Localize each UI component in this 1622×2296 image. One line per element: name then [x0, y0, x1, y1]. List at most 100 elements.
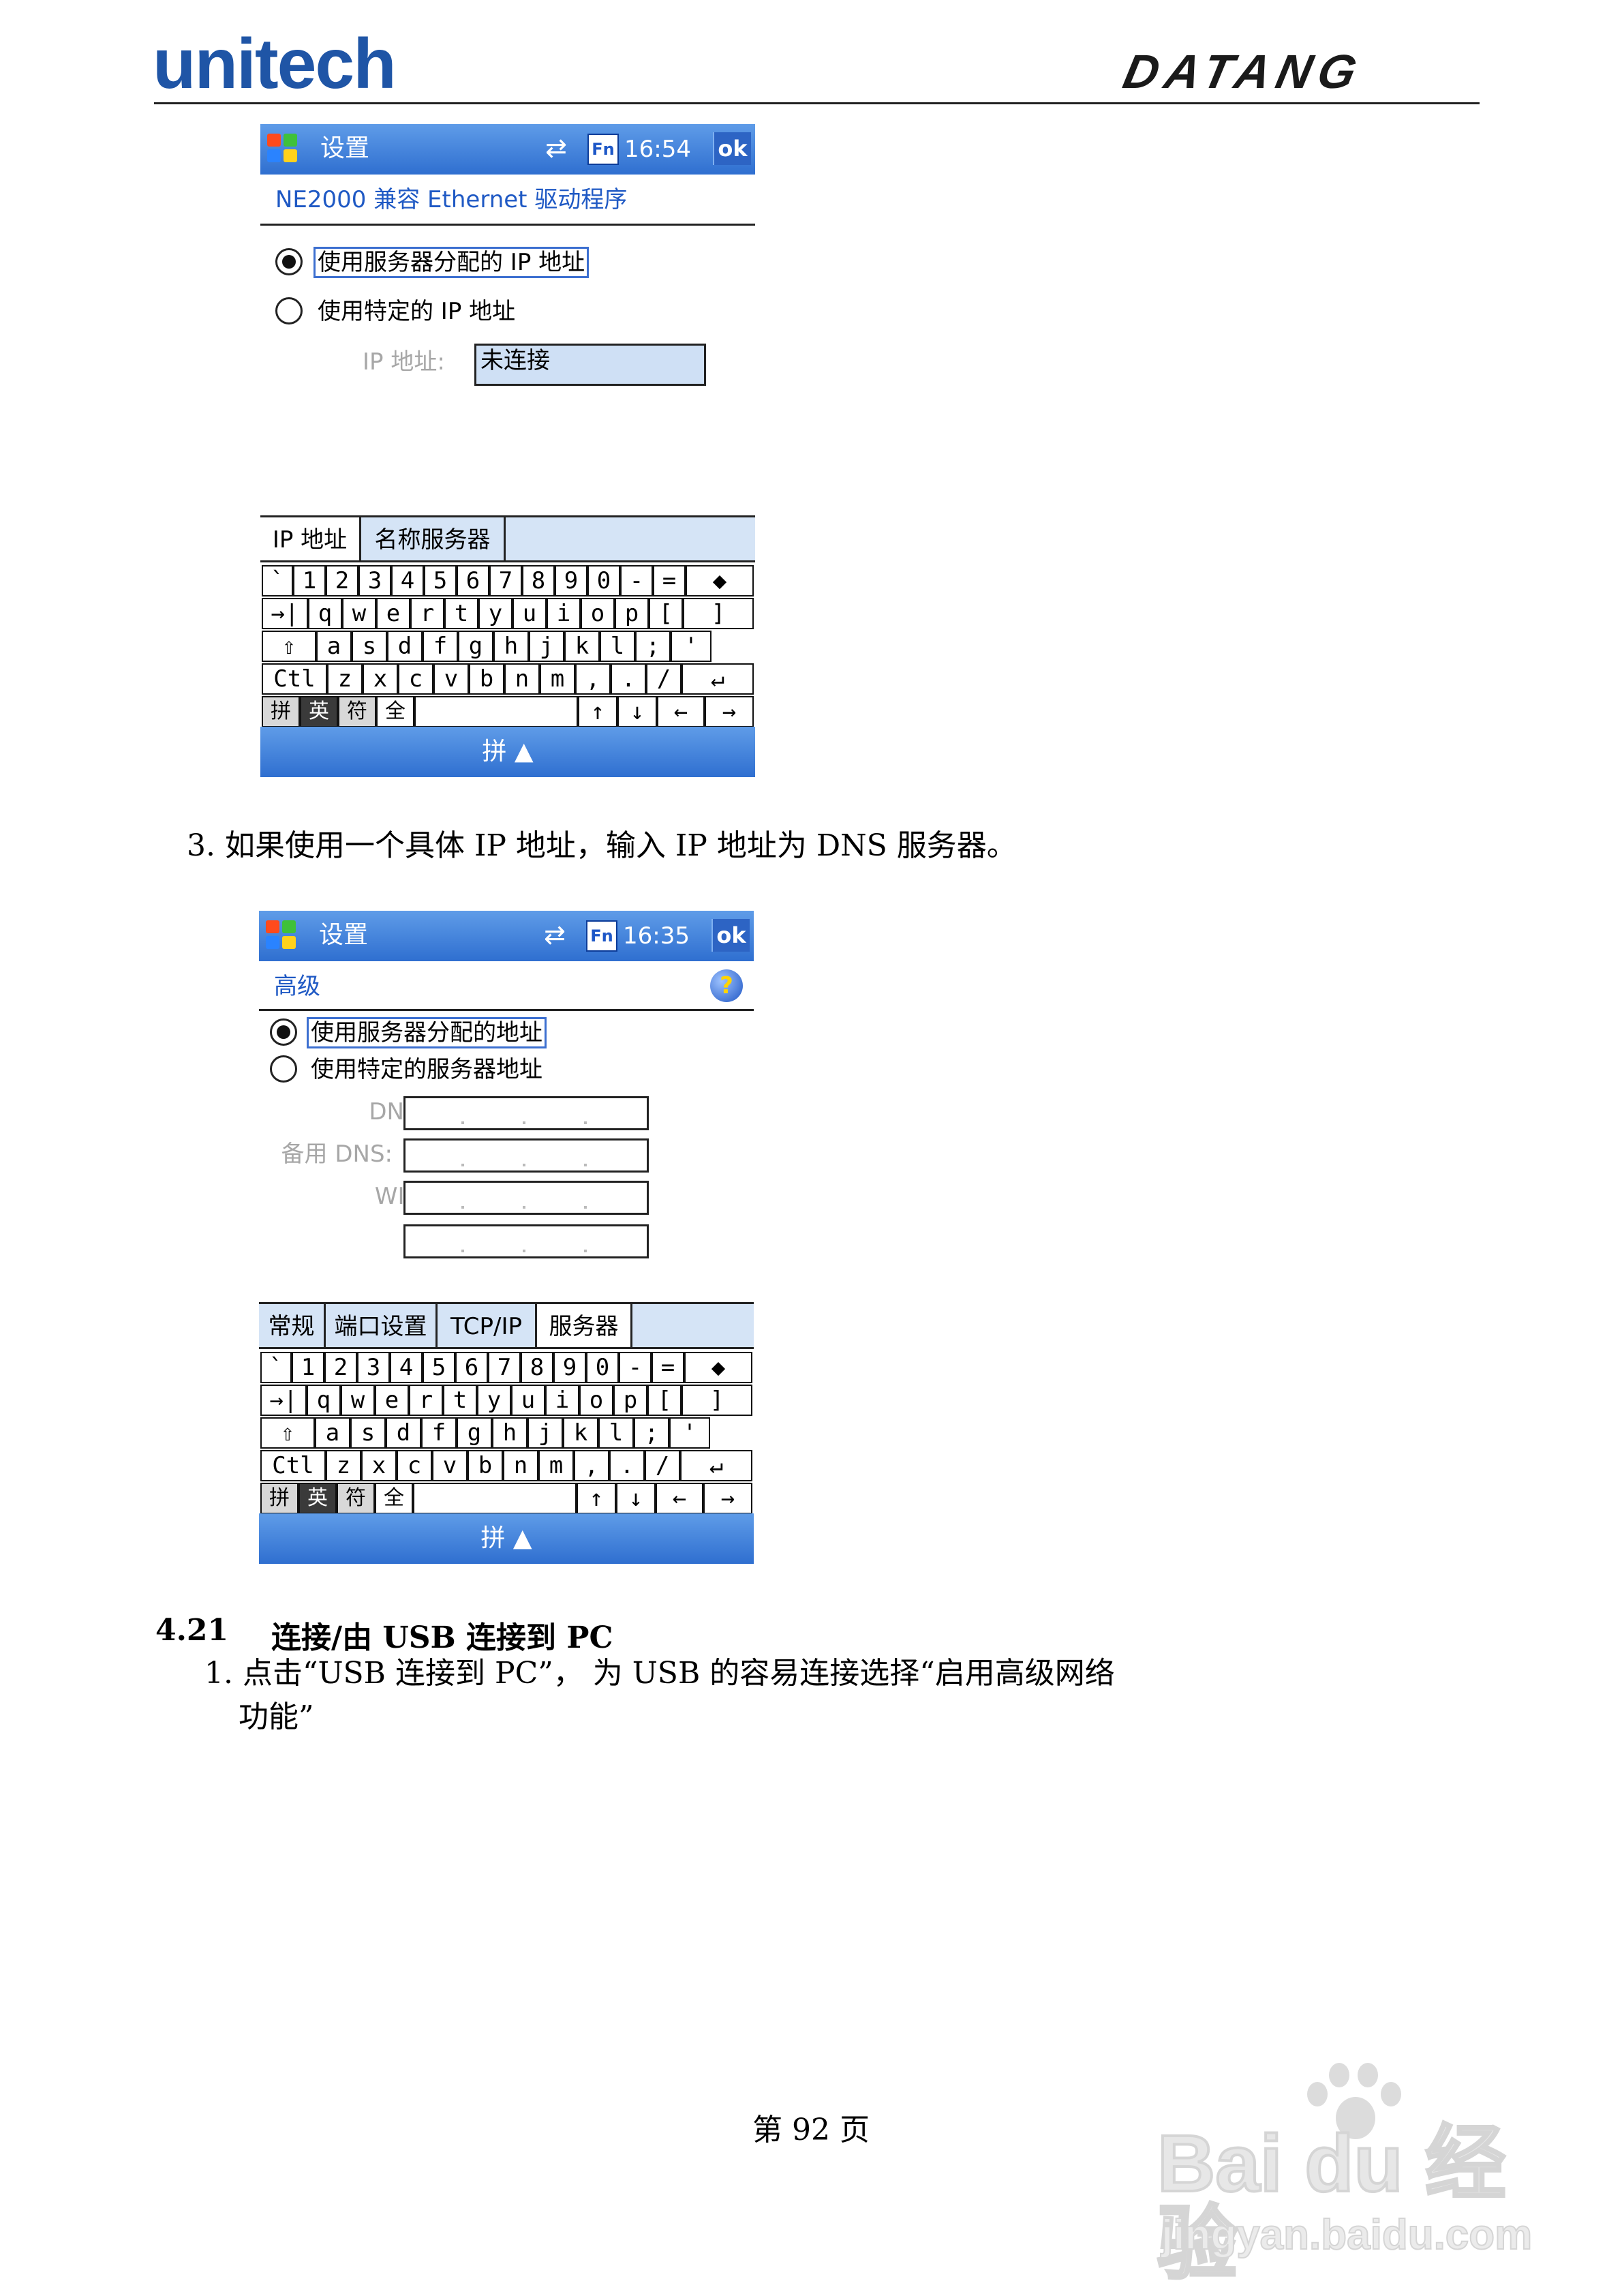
- tab-name-servers[interactable]: 名称服务器: [361, 517, 506, 562]
- key-minus[interactable]: -: [619, 1352, 652, 1383]
- key-m[interactable]: m: [540, 663, 575, 695]
- key-left-bracket[interactable]: [: [649, 598, 683, 629]
- key-4[interactable]: 4: [391, 565, 424, 596]
- key-english[interactable]: 英: [299, 1483, 337, 1514]
- key-6[interactable]: 6: [457, 565, 489, 596]
- key-enter[interactable]: ↵: [680, 1450, 752, 1481]
- key-o[interactable]: o: [581, 598, 615, 629]
- key-backspace[interactable]: ◆: [684, 1352, 752, 1383]
- key-3[interactable]: 3: [357, 1352, 390, 1383]
- key-i[interactable]: i: [547, 598, 581, 629]
- radio-specific-ip-label[interactable]: 使用特定的 IP 地址: [318, 300, 515, 323]
- key-v[interactable]: v: [433, 663, 469, 695]
- key-e[interactable]: e: [376, 598, 410, 629]
- key-1[interactable]: 1: [292, 1352, 324, 1383]
- clock[interactable]: 16:35: [623, 924, 690, 948]
- key-up[interactable]: ↑: [577, 1483, 616, 1514]
- radio-specific-server-label[interactable]: 使用特定的服务器地址: [311, 1058, 542, 1081]
- key-semicolon[interactable]: ;: [635, 631, 671, 662]
- fn-icon[interactable]: Fn: [587, 134, 619, 165]
- key-7[interactable]: 7: [488, 1352, 521, 1383]
- key-space[interactable]: [414, 696, 578, 727]
- key-comma[interactable]: ,: [575, 663, 611, 695]
- alt-wins-field[interactable]: [403, 1224, 649, 1258]
- key-y[interactable]: y: [477, 1385, 511, 1416]
- key-pinyin[interactable]: 拼: [260, 1483, 299, 1514]
- key-symbols[interactable]: 符: [337, 1483, 375, 1514]
- key-t[interactable]: t: [444, 598, 478, 629]
- key-slash[interactable]: /: [646, 663, 682, 695]
- key-v[interactable]: v: [432, 1450, 468, 1481]
- connectivity-icon[interactable]: ⇄: [544, 922, 566, 948]
- clock[interactable]: 16:54: [624, 138, 691, 161]
- key-slash[interactable]: /: [645, 1450, 680, 1481]
- tab-port-settings[interactable]: 端口设置: [326, 1304, 438, 1349]
- key-k[interactable]: k: [563, 1417, 598, 1449]
- wins-field[interactable]: [403, 1181, 649, 1215]
- key-equals[interactable]: =: [652, 1352, 684, 1383]
- key-s[interactable]: s: [350, 1417, 386, 1449]
- key-b[interactable]: b: [469, 663, 504, 695]
- key-w[interactable]: w: [341, 1385, 375, 1416]
- key-2[interactable]: 2: [326, 565, 358, 596]
- input-panel-button[interactable]: 拼 ▲: [260, 727, 755, 777]
- key-right[interactable]: →: [703, 1483, 752, 1514]
- input-panel-button[interactable]: 拼 ▲: [259, 1513, 754, 1564]
- key-l[interactable]: l: [600, 631, 635, 662]
- tab-tcp-ip[interactable]: TCP/IP: [438, 1304, 537, 1349]
- key-4[interactable]: 4: [390, 1352, 423, 1383]
- key-a[interactable]: a: [316, 631, 352, 662]
- key-k[interactable]: k: [564, 631, 600, 662]
- key-8[interactable]: 8: [522, 565, 555, 596]
- key-2[interactable]: 2: [324, 1352, 357, 1383]
- key-p[interactable]: p: [613, 1385, 647, 1416]
- key-a[interactable]: a: [315, 1417, 350, 1449]
- key-f[interactable]: f: [423, 631, 458, 662]
- key-o[interactable]: o: [579, 1385, 613, 1416]
- key-up[interactable]: ↑: [578, 696, 617, 727]
- key-i[interactable]: i: [545, 1385, 579, 1416]
- key-j[interactable]: j: [527, 1417, 563, 1449]
- key-right-bracket[interactable]: ]: [683, 598, 754, 629]
- key-9[interactable]: 9: [553, 1352, 586, 1383]
- key-x[interactable]: x: [363, 663, 398, 695]
- key-r[interactable]: r: [409, 1385, 443, 1416]
- key-semicolon[interactable]: ;: [634, 1417, 669, 1449]
- key-c[interactable]: c: [397, 1450, 432, 1481]
- key-equals[interactable]: =: [653, 565, 686, 596]
- key-r[interactable]: r: [410, 598, 444, 629]
- key-comma[interactable]: ,: [574, 1450, 609, 1481]
- key-b[interactable]: b: [468, 1450, 503, 1481]
- key-z[interactable]: z: [327, 663, 363, 695]
- key-z[interactable]: z: [326, 1450, 361, 1481]
- key-shift[interactable]: ⇧: [260, 1417, 315, 1449]
- key-q[interactable]: q: [308, 598, 342, 629]
- key-right-bracket[interactable]: ]: [682, 1385, 752, 1416]
- key-period[interactable]: .: [609, 1450, 645, 1481]
- key-5[interactable]: 5: [424, 565, 457, 596]
- key-shift[interactable]: ⇧: [262, 631, 316, 662]
- key-backspace[interactable]: ◆: [686, 565, 754, 596]
- key-m[interactable]: m: [538, 1450, 574, 1481]
- radio-server-assigned-label[interactable]: 使用服务器分配的地址: [307, 1017, 547, 1048]
- key-s[interactable]: s: [352, 631, 387, 662]
- key-h[interactable]: h: [492, 1417, 527, 1449]
- key-n[interactable]: n: [504, 663, 540, 695]
- key-space[interactable]: [413, 1483, 577, 1514]
- key-quote[interactable]: ': [671, 631, 711, 662]
- key-fullwidth[interactable]: 全: [375, 1483, 413, 1514]
- radio-server-assigned[interactable]: [275, 248, 303, 275]
- key-q[interactable]: q: [307, 1385, 341, 1416]
- key-c[interactable]: c: [398, 663, 433, 695]
- key-5[interactable]: 5: [423, 1352, 455, 1383]
- key-minus[interactable]: -: [620, 565, 653, 596]
- key-down[interactable]: ↓: [617, 696, 657, 727]
- key-3[interactable]: 3: [358, 565, 391, 596]
- key-symbols[interactable]: 符: [338, 696, 376, 727]
- key-pinyin[interactable]: 拼: [262, 696, 300, 727]
- key-down[interactable]: ↓: [616, 1483, 656, 1514]
- key-right[interactable]: →: [705, 696, 754, 727]
- key-9[interactable]: 9: [555, 565, 587, 596]
- key-period[interactable]: .: [611, 663, 646, 695]
- key-g[interactable]: g: [458, 631, 493, 662]
